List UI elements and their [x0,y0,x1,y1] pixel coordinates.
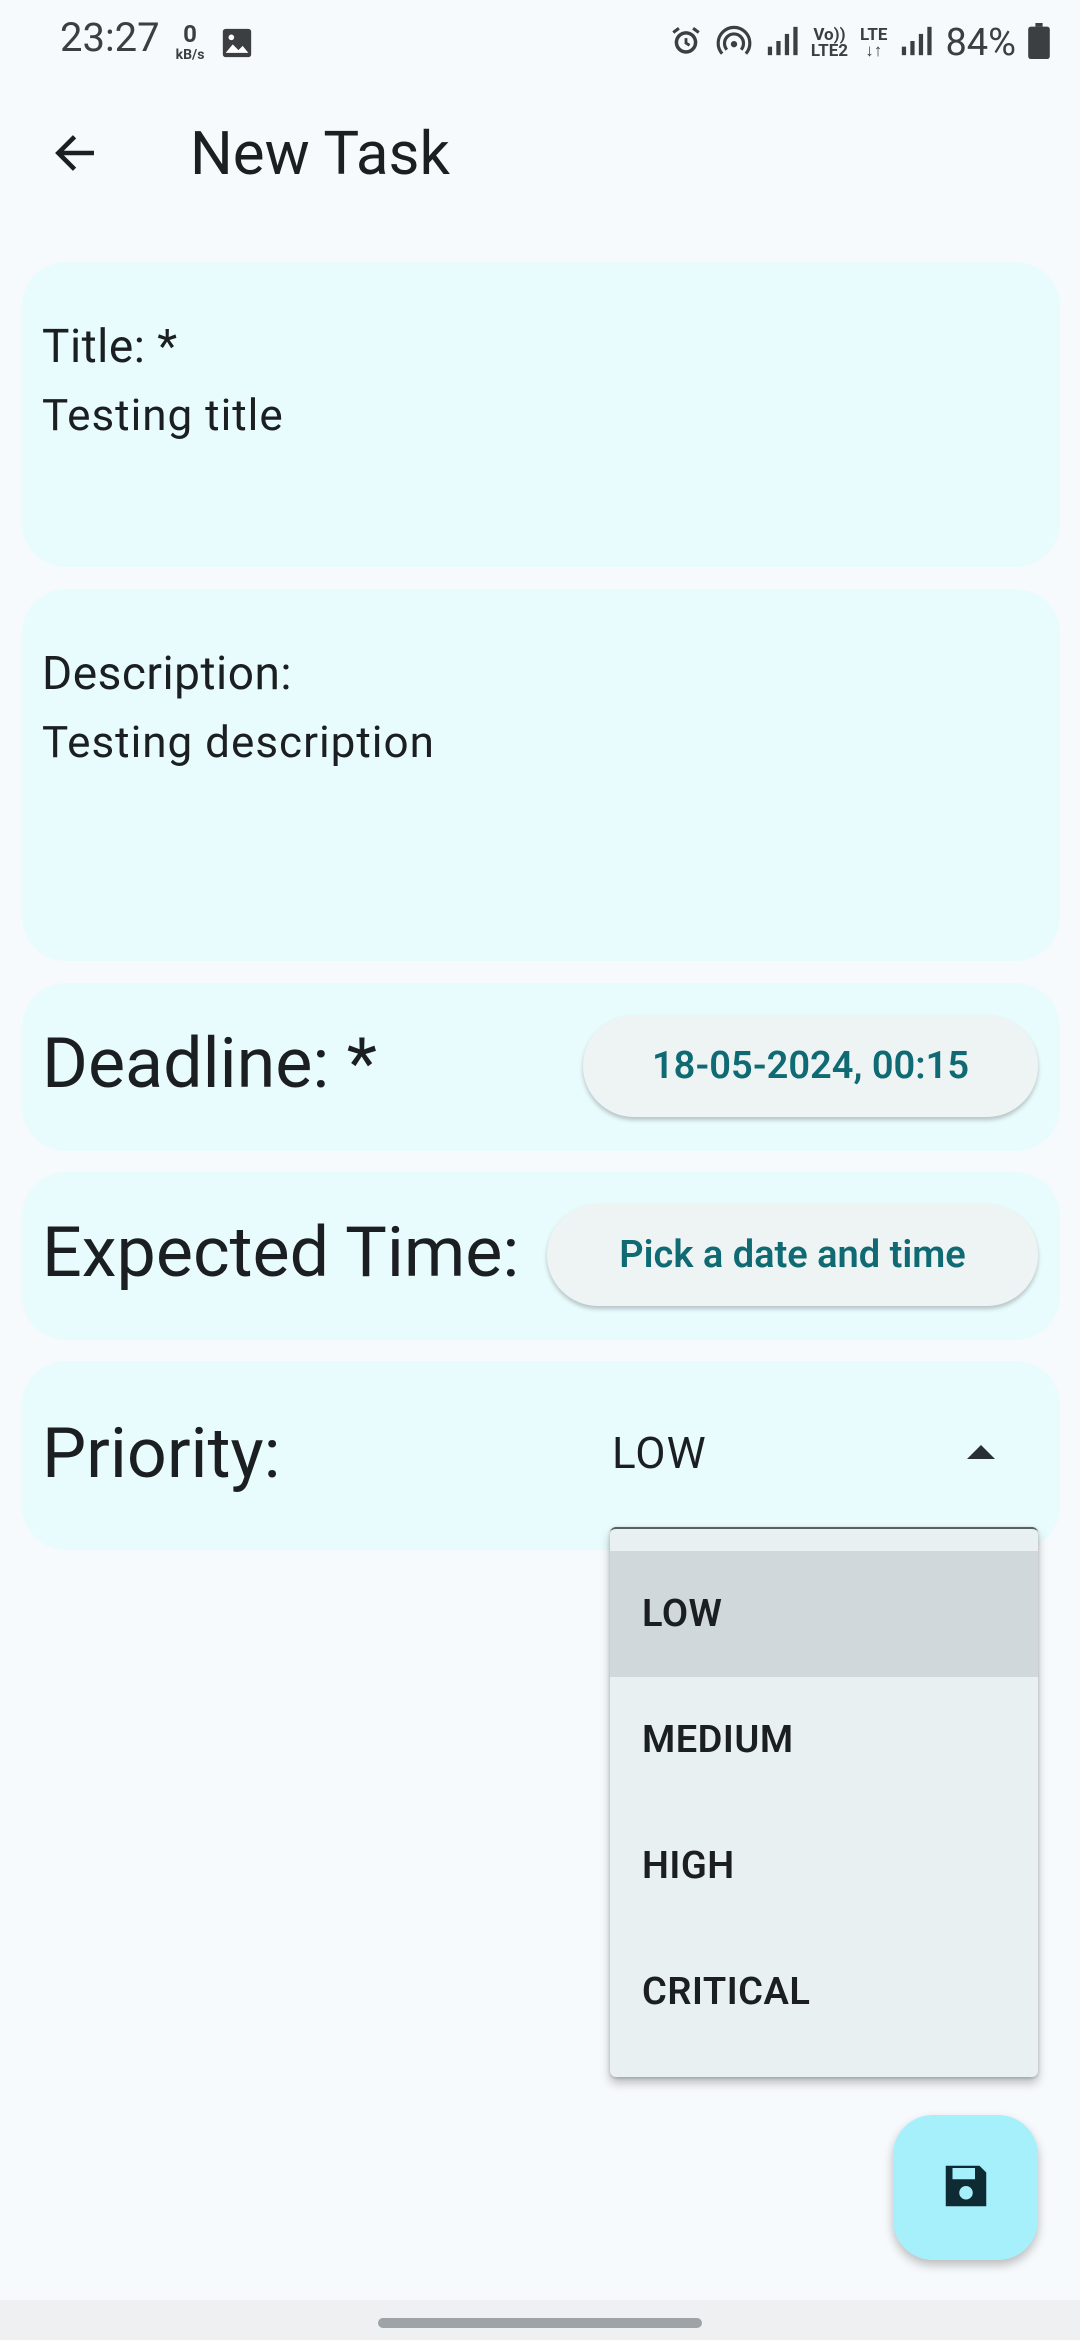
priority-label: Priority: [42,1413,281,1495]
back-button[interactable] [40,120,110,190]
title-label: Title: * [42,320,178,374]
status-time: 23:27 [60,14,160,61]
description-label: Description: [42,647,293,701]
alarm-icon [669,24,703,62]
data-arrows-icon: ↓↑ [865,41,883,61]
deadline-label: Deadline: * [42,1023,377,1105]
title-field[interactable]: Title: * Testing title [22,262,1060,567]
save-icon [939,2159,993,2217]
lte2-label: LTE2 [810,41,849,61]
signal-icon [899,24,933,62]
page-title: New Task [190,118,450,189]
signal-icon [765,24,799,62]
network-speed: 0 kB/s [170,22,210,62]
priority-option-critical[interactable]: CRITICAL [610,1929,1038,2055]
priority-option-medium[interactable]: MEDIUM [610,1677,1038,1803]
priority-row: Priority: LOW [22,1361,1060,1550]
deadline-picker-button[interactable]: 18-05-2024, 00:15 [583,1015,1038,1117]
description-field[interactable]: Description: Testing description [22,589,1060,961]
title-input[interactable]: Testing title [42,389,284,441]
lte-indicator: LTE ↓↑ [860,27,887,61]
caret-up-icon[interactable] [967,1445,995,1459]
priority-dropdown-menu: LOW MEDIUM HIGH CRITICAL [610,1527,1038,2077]
arrow-left-icon [50,128,100,182]
hotspot-icon [715,22,753,64]
deadline-row: Deadline: * 18-05-2024, 00:15 [22,983,1060,1151]
priority-option-high[interactable]: HIGH [610,1803,1038,1929]
description-input[interactable]: Testing description [42,716,435,768]
home-gesture-handle[interactable] [378,2318,702,2328]
network-speed-value: 0 [183,20,197,48]
priority-dropdown-value[interactable]: LOW [612,1427,707,1479]
battery-percent: 84% [945,21,1016,65]
navigation-bar [0,2300,1080,2340]
expected-time-label: Expected Time: [42,1212,520,1294]
volte-indicator: Vo)) LTE2 [810,27,849,61]
priority-option-low[interactable]: LOW [610,1551,1038,1677]
network-speed-unit: kB/s [175,47,205,63]
status-icons: Vo)) LTE2 LTE ↓↑ 84% [669,18,1050,68]
battery-icon [1028,23,1050,63]
save-button[interactable] [893,2115,1038,2260]
expected-time-row: Expected Time: Pick a date and time [22,1172,1060,1340]
gallery-icon [220,26,254,60]
expected-time-picker-button[interactable]: Pick a date and time [547,1204,1038,1306]
